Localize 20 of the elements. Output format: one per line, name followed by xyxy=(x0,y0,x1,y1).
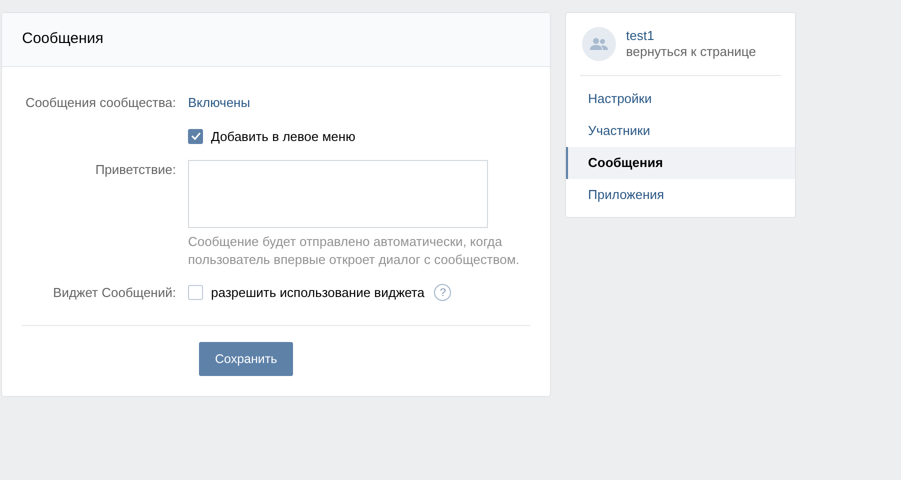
status-link[interactable]: Включены xyxy=(188,95,250,110)
group-avatar-icon[interactable] xyxy=(582,27,616,61)
sidebar-item[interactable]: Сообщения xyxy=(566,147,795,179)
checkbox[interactable] xyxy=(188,128,203,144)
check-icon xyxy=(190,132,200,140)
sidebar-item[interactable]: Приложения xyxy=(566,179,795,211)
hint-text: Сообщение будет отправлено автоматически, когда пользователь впервые откроет диалог с сообществом. xyxy=(188,233,520,269)
field-label: Сообщения сообщества: xyxy=(25,95,176,110)
checkbox-label[interactable]: разрешить использование виджета xyxy=(211,283,424,302)
field-label: Приветствие: xyxy=(95,162,176,177)
greeting-field[interactable] xyxy=(188,160,488,228)
back-link[interactable]: вернуться к странице xyxy=(626,44,756,60)
sidebar-item[interactable]: Настройки xyxy=(566,83,795,115)
checkbox-label[interactable]: Добавить в левое меню xyxy=(211,126,356,146)
group-name[interactable]: test1 xyxy=(626,28,756,44)
sidebar-item[interactable]: Участники xyxy=(566,115,795,147)
card-title: Сообщения xyxy=(22,29,104,50)
save-button[interactable]: Сохранить xyxy=(199,342,294,376)
field-label: Виджет Сообщений: xyxy=(53,285,176,300)
checkbox[interactable] xyxy=(188,285,203,300)
